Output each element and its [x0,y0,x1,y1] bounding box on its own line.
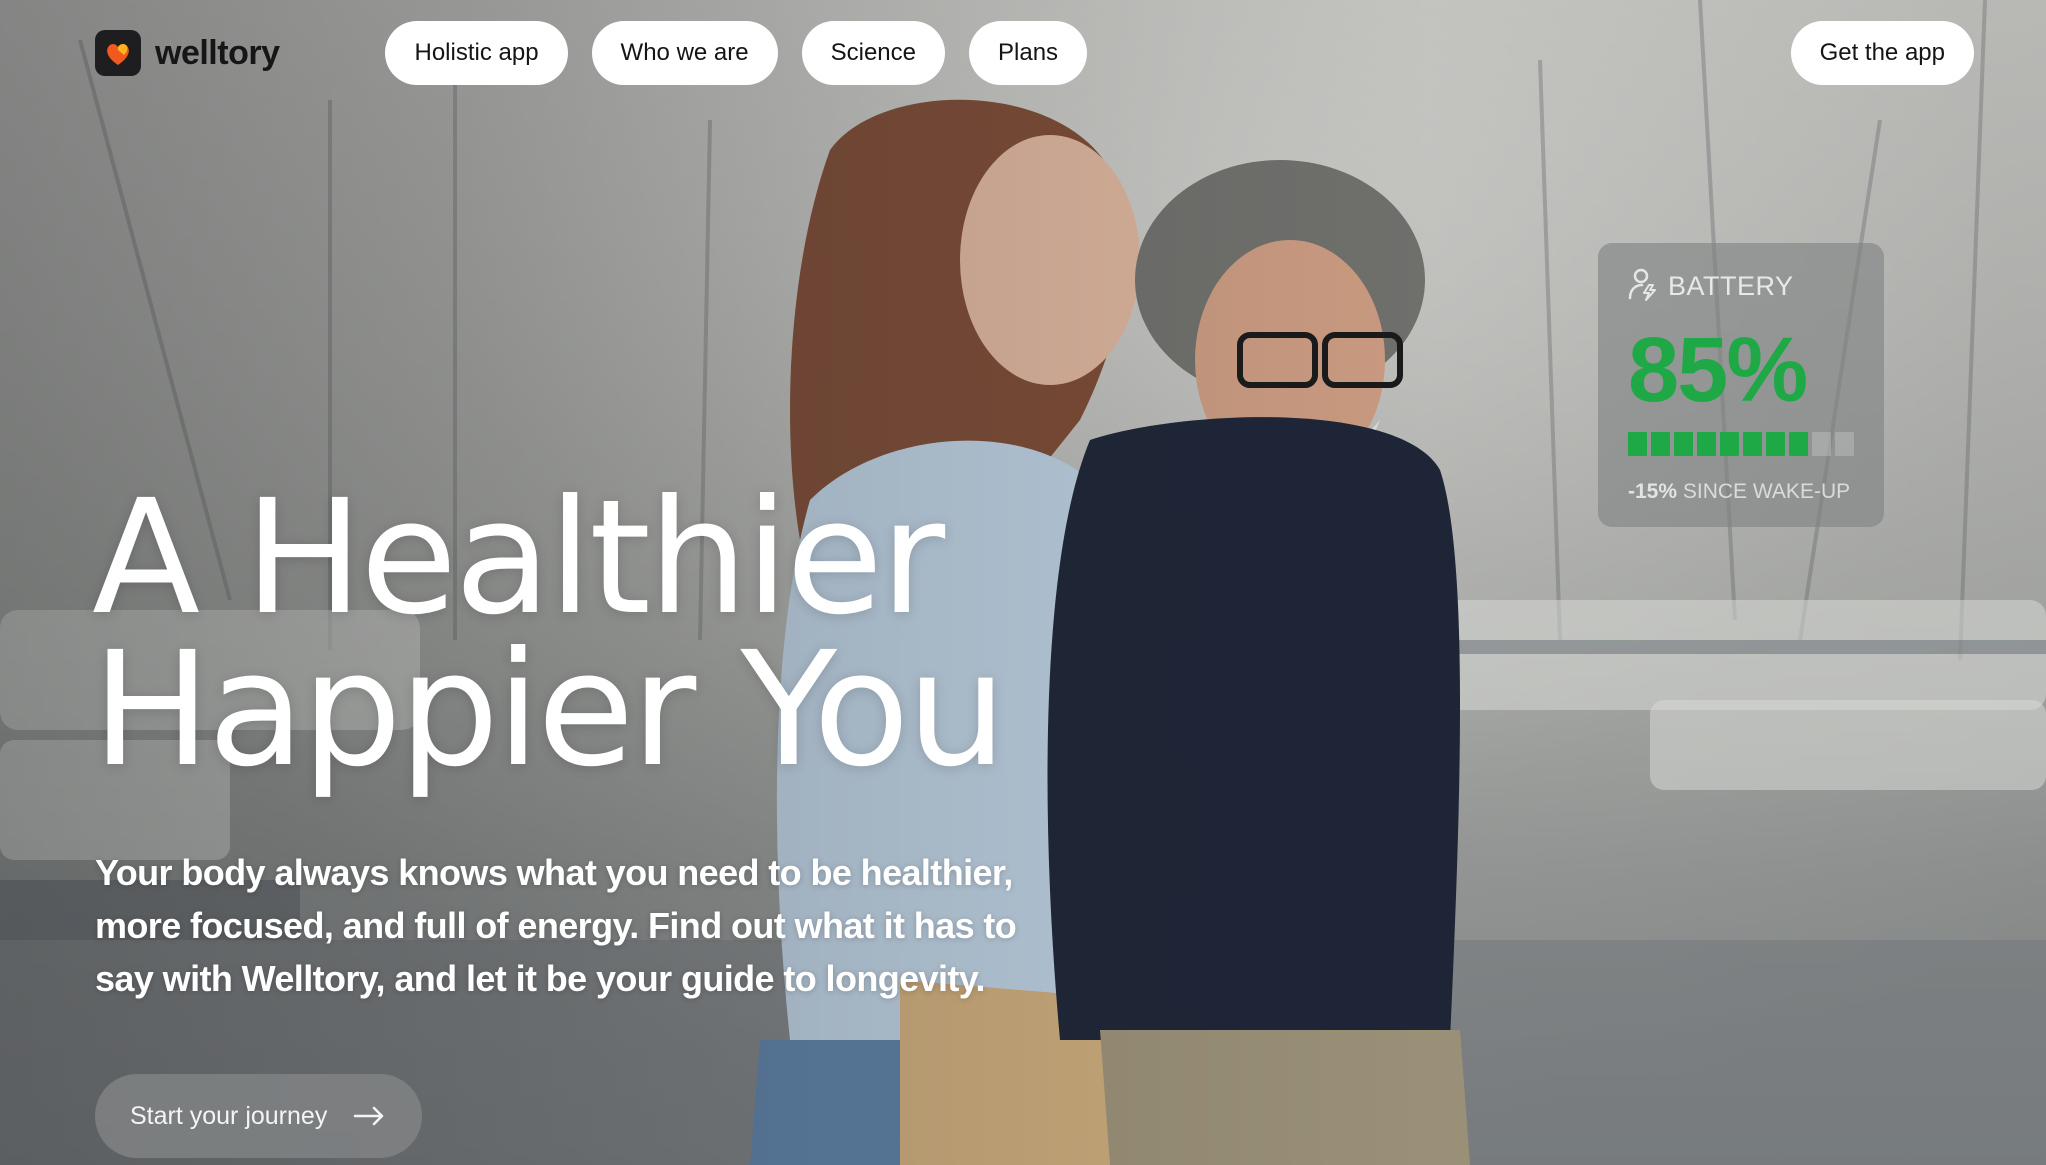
battery-bar-segment [1628,432,1647,456]
battery-header: BATTERY [1628,267,1854,306]
battery-level-bar [1628,432,1854,456]
nav-item-who-we-are[interactable]: Who we are [591,21,778,85]
battery-bar-segment [1697,432,1716,456]
battery-bar-segment [1812,432,1831,456]
arrow-right-icon [353,1106,385,1126]
start-your-journey-label: Start your journey [130,1101,328,1130]
hero-subtext: Your body always knows what you need to … [95,852,1017,999]
battery-bar-segment [1766,432,1785,456]
hero-headline-line-1: A Healthier [92,466,945,650]
nav-item-science[interactable]: Science [801,21,945,85]
battery-widget: BATTERY 85% -15% SINCE WAKE-UP [1598,243,1884,527]
hero-headline-line-2: Happier You [92,618,1007,802]
nav-item-holistic-app[interactable]: Holistic app [385,21,568,85]
battery-change-value: -15% [1628,480,1678,503]
battery-value: 85% [1628,319,1808,421]
hero-headline: A Healthier Happier You [92,466,1007,802]
battery-label: BATTERY [1668,271,1794,301]
battery-bar-segment [1674,432,1693,456]
get-the-app-button[interactable]: Get the app [1790,21,1974,85]
start-your-journey-button[interactable]: Start your journey [95,1074,422,1158]
site-header: welltory Holistic app Who we are Science… [0,0,2046,106]
battery-change: -15% SINCE WAKE-UP [1628,480,1854,504]
brand-name: welltory [155,33,280,72]
welltory-logo-icon [95,30,141,76]
battery-bar-segment [1651,432,1670,456]
brand-logo[interactable]: welltory [95,30,280,76]
battery-bar-segment [1743,432,1762,456]
main-nav: Holistic app Who we are Science Plans [385,21,1088,85]
battery-bar-segment [1835,432,1854,456]
battery-change-caption: SINCE WAKE-UP [1682,480,1851,503]
nav-item-plans[interactable]: Plans [969,21,1088,85]
battery-bar-segment [1720,432,1739,456]
battery-bar-segment [1789,432,1808,456]
person-bolt-icon [1628,267,1658,306]
